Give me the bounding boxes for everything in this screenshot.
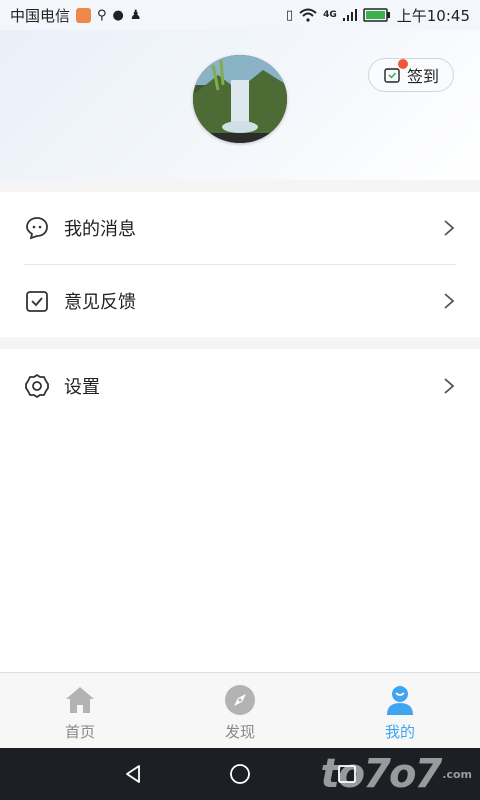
gear-icon — [24, 373, 50, 399]
checkin-notification-dot — [398, 59, 408, 69]
tab-home-label: 首页 — [64, 723, 95, 741]
carrier-name: 中国电信 — [10, 6, 71, 25]
signal-type: 4G — [323, 10, 337, 20]
message-icon: ● — [112, 7, 124, 23]
feedback-check-icon — [24, 288, 50, 314]
back-triangle-icon — [126, 765, 141, 783]
chat-bubble-icon — [24, 215, 50, 241]
chevron-right-icon — [442, 377, 456, 395]
menu-label-messages: 我的消息 — [64, 219, 136, 240]
status-bar-right: ▯ 4G 上午10:45 — [286, 5, 470, 26]
tab-mine[interactable]: 我的 — [320, 673, 480, 748]
tab-discover-label: 发现 — [224, 723, 255, 741]
menu-item-feedback[interactable]: 意见反馈 — [0, 265, 480, 337]
tab-discover[interactable]: 发现 — [160, 673, 320, 748]
vibrate-icon: ▯ — [285, 7, 294, 23]
menu-label-feedback: 意见反馈 — [64, 292, 136, 313]
signal-icon — [342, 9, 357, 21]
calendar-check-icon — [384, 68, 400, 83]
usb-icon: ⚲ — [97, 7, 107, 23]
wifi-icon — [299, 8, 317, 22]
home-button[interactable] — [220, 754, 260, 794]
home-icon — [63, 683, 97, 717]
status-bar: 中国电信 ⚲ ● ♟ ▯ 4G 上午10:45 — [0, 0, 480, 30]
section-gap — [0, 180, 480, 192]
section-gap — [0, 337, 480, 349]
chevron-right-icon — [442, 219, 456, 237]
app-notification-icon — [76, 7, 92, 23]
clock: 上午10:45 — [396, 6, 470, 25]
back-button[interactable] — [113, 754, 153, 794]
watermark-text: to7o7 — [320, 751, 443, 797]
avatar-image — [193, 55, 287, 143]
tab-home[interactable]: 首页 — [0, 673, 160, 748]
user-icon — [383, 683, 417, 717]
profile-header: 签到 — [0, 30, 480, 180]
status-bar-left: 中国电信 ⚲ ● ♟ — [10, 5, 142, 26]
tab-mine-label: 我的 — [384, 723, 415, 741]
battery-icon — [363, 8, 390, 22]
home-circle-icon — [230, 764, 250, 784]
checkin-button[interactable]: 签到 — [368, 58, 454, 92]
watermark-suffix: .com — [442, 767, 472, 781]
chevron-right-icon — [442, 292, 456, 310]
watermark-logo: to7o7 .com — [321, 748, 472, 800]
checkin-label: 签到 — [406, 67, 439, 86]
qq-icon: ♟ — [129, 7, 142, 23]
menu-item-messages[interactable]: 我的消息 — [0, 192, 480, 264]
compass-icon — [223, 683, 257, 717]
avatar[interactable] — [193, 55, 287, 143]
menu-item-settings[interactable]: 设置 — [0, 349, 480, 423]
bottom-nav: 首页 发现 我的 — [0, 672, 480, 748]
menu-label-settings: 设置 — [64, 377, 100, 398]
